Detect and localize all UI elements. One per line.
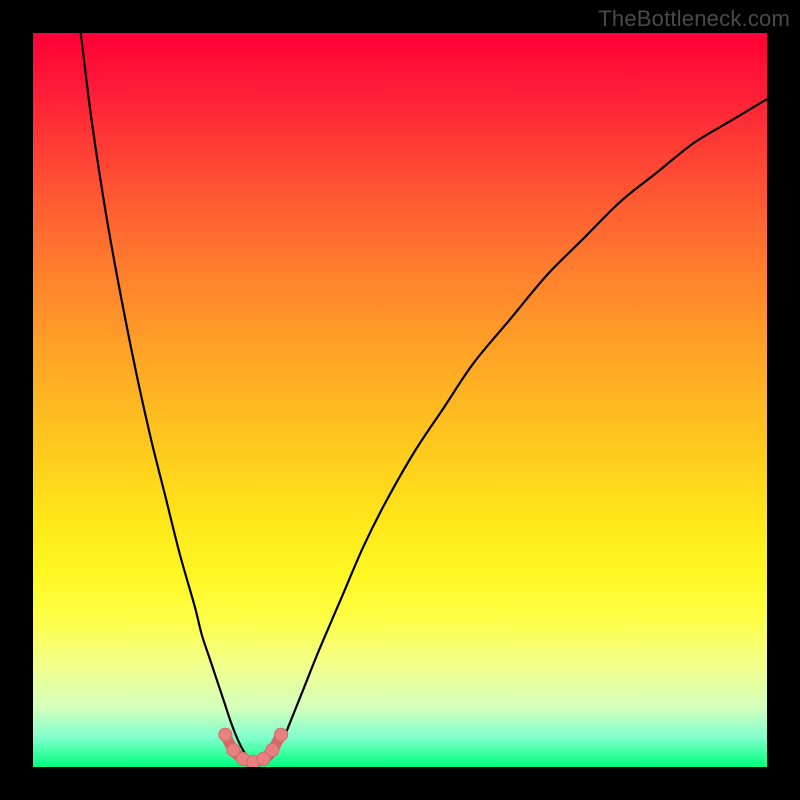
plot-area	[33, 33, 767, 767]
watermark-text: TheBottleneck.com	[598, 6, 790, 32]
heat-gradient-background	[33, 33, 767, 767]
chart-frame: TheBottleneck.com	[0, 0, 800, 800]
